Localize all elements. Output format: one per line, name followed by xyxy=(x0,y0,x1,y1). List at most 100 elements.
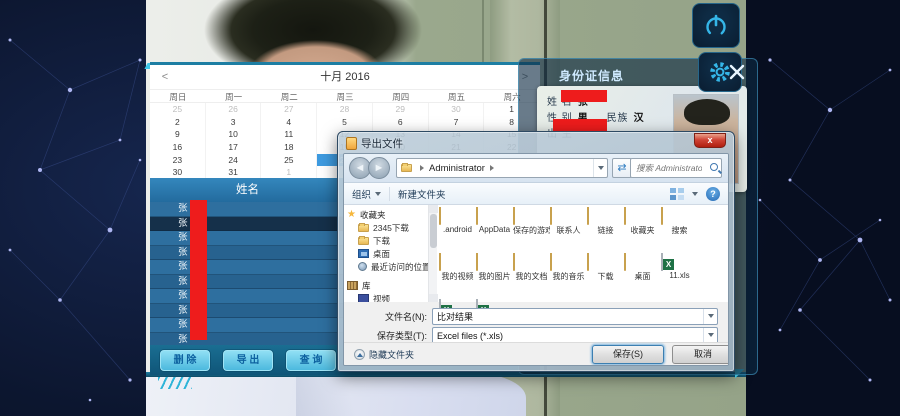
calendar-day[interactable]: 10 xyxy=(206,128,262,141)
power-button[interactable] xyxy=(692,3,740,48)
weekday-label: 周五 xyxy=(429,90,485,102)
query-button[interactable]: 查 询 xyxy=(286,350,336,371)
file-item-folder[interactable]: 我的视频 xyxy=(439,253,476,299)
decorative-stripes xyxy=(158,377,192,389)
refresh-button[interactable]: ⇄ xyxy=(612,158,632,178)
file-item-folder[interactable]: 保存的游戏 xyxy=(513,207,550,253)
calendar-day[interactable]: 26 xyxy=(206,103,262,116)
panel-close-button[interactable] xyxy=(726,61,748,83)
sidebar-item-label: 2345下载 xyxy=(373,222,409,234)
weekday-label: 周日 xyxy=(150,90,206,102)
calendar-day[interactable]: 29 xyxy=(373,103,429,116)
scroll-down-button[interactable] xyxy=(429,294,438,302)
change-view-icon[interactable] xyxy=(670,188,684,200)
savetype-value[interactable]: Excel files (*.xls) xyxy=(437,329,503,343)
calendar-day[interactable]: 24 xyxy=(206,154,262,167)
id-panel-title: 身份证信息 xyxy=(557,67,638,88)
search-box xyxy=(630,158,722,178)
calendar-day[interactable]: 4 xyxy=(261,116,317,129)
calendar-day[interactable]: 17 xyxy=(206,141,262,154)
calendar-day[interactable]: 25 xyxy=(261,154,317,167)
file-item-folder[interactable]: 下载 xyxy=(587,253,624,299)
file-item-folder[interactable]: 联系人 xyxy=(550,207,587,253)
address-bar[interactable]: Administrator xyxy=(396,158,608,178)
sidebar-item-video[interactable]: 视频 xyxy=(344,292,428,302)
new-folder-label: 新建文件夹 xyxy=(398,187,446,201)
calendar-day[interactable]: 6 xyxy=(373,116,429,129)
sidebar-item-desktop[interactable]: 桌面 xyxy=(344,247,428,260)
file-item-excel[interactable]: 11.xls xyxy=(661,253,698,299)
savetype-combo[interactable]: Excel files (*.xls) xyxy=(432,327,718,344)
export-file-dialog: 导出文件 x ◄ ► Administrator ⇄ xyxy=(337,131,735,372)
forward-button[interactable]: ► xyxy=(368,157,390,179)
calendar-day[interactable]: 3 xyxy=(206,116,262,129)
calendar-prev-icon[interactable]: < xyxy=(154,65,176,89)
calendar-weekday-row: 周日周一周二周三周四周五周六 xyxy=(150,89,540,103)
calendar-day[interactable]: 27 xyxy=(261,103,317,116)
calendar-day[interactable]: 28 xyxy=(317,103,373,116)
file-item-folder[interactable]: 收藏夹 xyxy=(624,207,661,253)
file-item-folder[interactable]: AppData xyxy=(476,207,513,253)
calendar-day[interactable]: 23 xyxy=(150,154,206,167)
dialog-title: 导出文件 xyxy=(361,136,403,151)
sidebar-scrollbar[interactable] xyxy=(428,205,437,302)
result-name: 张 xyxy=(150,333,340,347)
new-folder-button[interactable]: 新建文件夹 xyxy=(390,183,454,204)
scroll-thumb[interactable] xyxy=(430,214,437,248)
calendar-day[interactable]: 5 xyxy=(317,116,373,129)
file-item-folder[interactable]: 我的文档 xyxy=(513,253,550,299)
sidebar-item-star[interactable]: ★收藏夹 xyxy=(344,208,428,221)
calendar-day[interactable]: 30 xyxy=(429,103,485,116)
folder-icon xyxy=(476,253,478,271)
sidebar-item-recent[interactable]: 最近访问的位置 xyxy=(344,260,428,273)
calendar-day[interactable]: 7 xyxy=(429,116,485,129)
scroll-up-button[interactable] xyxy=(429,205,438,213)
search-input[interactable] xyxy=(634,160,704,176)
filename-combo[interactable]: 比对结果 xyxy=(432,308,718,325)
result-name: 张 xyxy=(150,318,340,332)
result-name: 张 xyxy=(150,275,340,289)
folder-icon xyxy=(476,207,478,225)
file-label: 我的视频 xyxy=(439,271,476,282)
dialog-titlebar: 导出文件 xyxy=(346,135,403,151)
savetype-dropdown-icon[interactable] xyxy=(703,328,717,343)
filename-value[interactable]: 比对结果 xyxy=(437,310,473,324)
delete-button[interactable]: 删 除 xyxy=(160,350,210,371)
organize-menu[interactable]: 组织 xyxy=(344,183,389,204)
sidebar-item-label: 收藏夹 xyxy=(360,209,386,221)
sidebar-item-folder[interactable]: 2345下载 xyxy=(344,221,428,234)
organize-label: 组织 xyxy=(352,187,371,201)
breadcrumb-location[interactable]: Administrator xyxy=(429,163,485,174)
hide-folders-button[interactable]: 隐藏文件夹 xyxy=(354,348,414,361)
sidebar-item-library[interactable]: 库 xyxy=(344,279,428,292)
file-item-folder[interactable]: 桌面 xyxy=(624,253,661,299)
folder-icon xyxy=(439,253,441,271)
file-label: .android xyxy=(439,225,476,234)
export-button[interactable]: 导 出 xyxy=(223,350,273,371)
file-item-folder[interactable]: 我的音乐 xyxy=(550,253,587,299)
file-item-folder[interactable]: .android xyxy=(439,207,476,253)
file-item-folder[interactable]: 搜索 xyxy=(661,207,698,253)
help-icon[interactable]: ? xyxy=(706,187,720,201)
result-name: 张 xyxy=(150,246,340,260)
views-dropdown-icon[interactable] xyxy=(692,192,698,196)
save-button[interactable]: 保存(S) xyxy=(592,345,664,364)
calendar-day[interactable]: 2 xyxy=(150,116,206,129)
sidebar-item-folder[interactable]: 下载 xyxy=(344,234,428,247)
calendar-day[interactable]: 16 xyxy=(150,141,206,154)
file-label: 联系人 xyxy=(550,225,587,236)
cancel-button[interactable]: 取消 xyxy=(672,345,729,364)
calendar-day[interactable]: 11 xyxy=(261,128,317,141)
file-label: 桌面 xyxy=(624,271,661,282)
file-item-folder[interactable]: 我的图片 xyxy=(476,253,513,299)
address-dropdown-button[interactable] xyxy=(593,159,607,177)
file-item-folder[interactable]: 链接 xyxy=(587,207,624,253)
calendar-day[interactable]: 18 xyxy=(261,141,317,154)
weekday-label: 周一 xyxy=(206,90,262,102)
file-label: 我的音乐 xyxy=(550,271,587,282)
result-name: 张 xyxy=(150,289,340,303)
dialog-close-button[interactable]: x xyxy=(694,133,726,148)
calendar-day[interactable]: 9 xyxy=(150,128,206,141)
calendar-day[interactable]: 25 xyxy=(150,103,206,116)
filename-dropdown-icon[interactable] xyxy=(703,309,717,324)
